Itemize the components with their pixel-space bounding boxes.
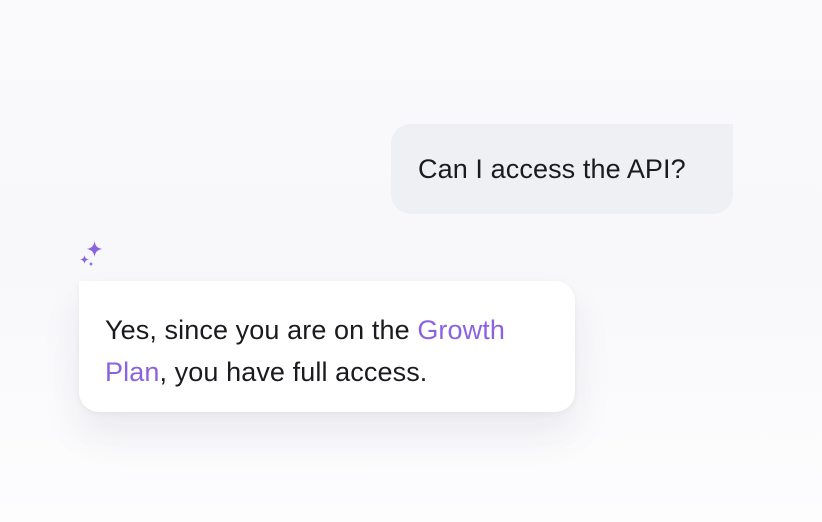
assistant-message-text-end: , you have full access. xyxy=(159,357,428,387)
assistant-message-text: Yes, since you are on the xyxy=(105,315,418,345)
sparkle-icon xyxy=(80,241,103,267)
user-message-bubble: Can I access the API? xyxy=(391,124,733,214)
user-message-text: Can I access the API? xyxy=(418,153,686,184)
chat-thread: Can I access the API? Yes, since you are… xyxy=(0,0,822,522)
assistant-message-bubble: Yes, since you are on the Growth Plan, y… xyxy=(79,281,575,412)
